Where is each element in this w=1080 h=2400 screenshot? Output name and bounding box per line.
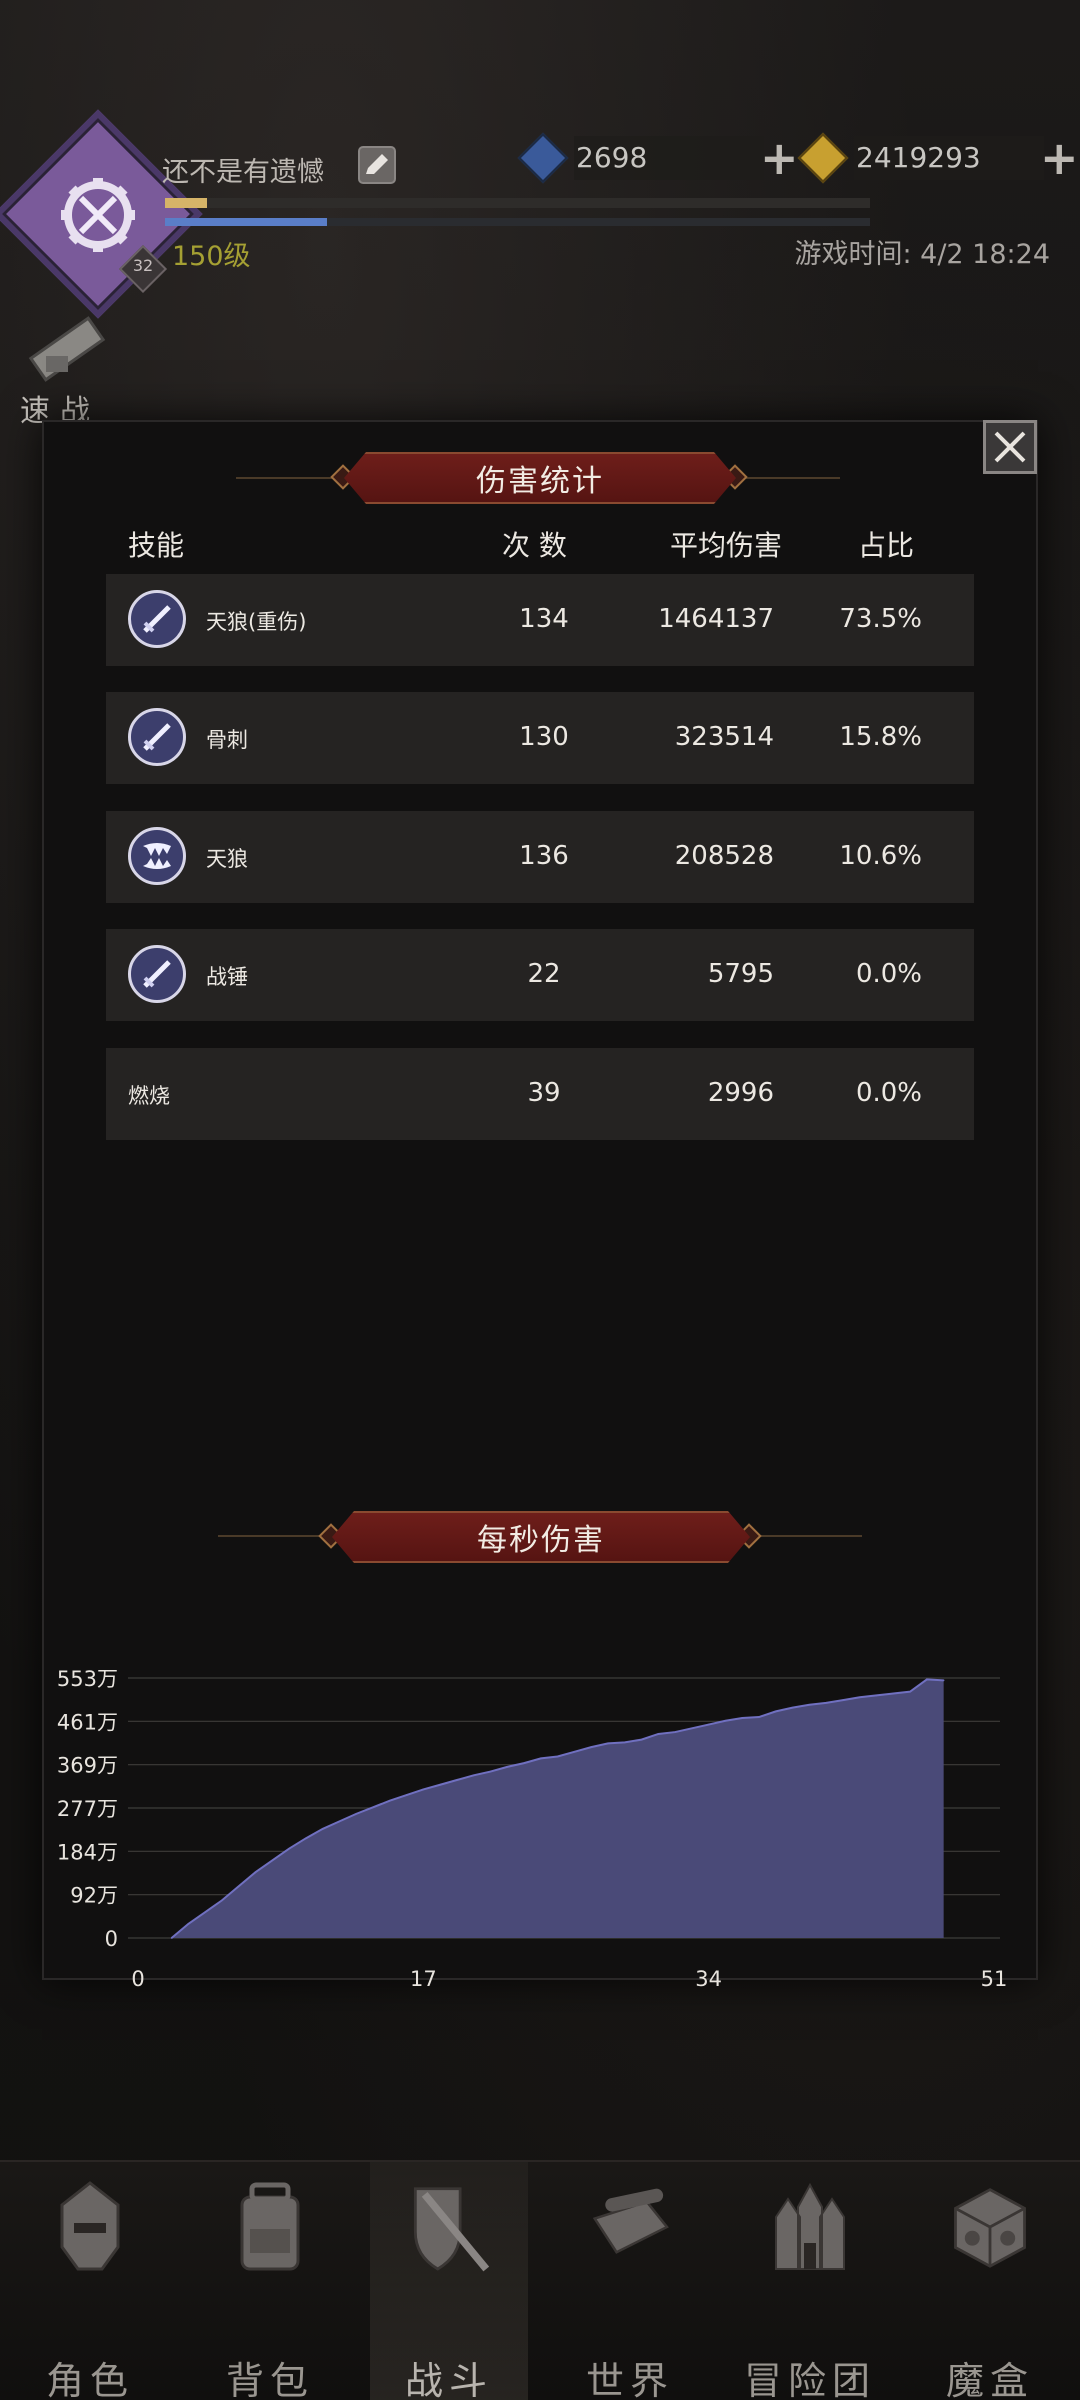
dps-point [942,1679,945,1682]
dps-point [321,1828,324,1830]
nav-item-role[interactable]: 角色 [0,2162,180,2400]
dps-point [775,1710,777,1713]
x-tick-label: 0 [131,1967,144,1991]
dps-point [556,1755,559,1758]
dps-point [489,1770,492,1773]
dps-point [523,1762,525,1764]
dps-point [741,1717,744,1719]
dps-point [842,1699,844,1701]
y-tick-label: 553万 [57,1667,118,1691]
dps-point [472,1774,475,1777]
dps-point [875,1694,878,1697]
magic-box-icon [948,2172,1032,2282]
dps-chart: 0 92万 184万 277万 369万 461万 553万 0 17 34 51 [57,1667,1008,1991]
dps-point [858,1696,861,1699]
y-tick-label: 461万 [57,1710,118,1734]
helmet-icon [48,2172,132,2282]
dps-point [422,1788,425,1791]
y-tick-label: 369万 [57,1754,118,1778]
dps-point [305,1837,307,1840]
dps-point [237,1885,240,1888]
dps-point [372,1806,374,1809]
dps-point [540,1757,542,1760]
nav-label: 魔盒 [945,2359,1034,2400]
nav-label: 角色 [45,2359,134,2400]
dps-point [892,1692,895,1695]
nav-item-adventure-team[interactable]: 冒险团 [720,2162,900,2400]
nav-item-battle[interactable]: 战斗 [370,2162,528,2400]
dps-point [758,1716,760,1718]
dps-point [926,1678,928,1681]
dps-area [171,1679,944,1938]
dps-point [825,1702,827,1704]
x-tick-label: 17 [410,1967,437,1991]
dps-point [506,1766,509,1768]
nav-label: 背包 [225,2359,314,2400]
dps-point [791,1706,794,1709]
dps-point [355,1813,357,1815]
y-tick-label: 0 [105,1927,118,1951]
dps-point [623,1741,626,1744]
dps-point [204,1911,206,1913]
y-tick-label: 184万 [57,1840,118,1864]
castle-icon [768,2172,852,2282]
dps-point [691,1727,693,1730]
y-tick-label: 92万 [70,1884,118,1908]
nav-item-world[interactable]: 世界 [540,2162,720,2400]
dps-point [187,1923,190,1925]
bottom-nav: 角色 背包 战斗 世界 冒险团 魔盒 [0,2160,1080,2400]
dps-point [456,1779,458,1781]
dps-point [674,1731,676,1733]
dps-point [439,1783,441,1786]
nav-label: 世界 [585,2359,674,2400]
dps-point [640,1738,643,1741]
dps-point [221,1899,223,1902]
nav-label: 冒险团 [743,2359,876,2400]
dps-point [724,1719,727,1722]
nav-item-backpack[interactable]: 背包 [180,2162,360,2400]
x-tick-label: 34 [695,1967,722,1991]
dps-point [388,1799,391,1802]
nav-label: 战斗 [404,2359,493,2400]
dps-point [657,1733,660,1735]
dps-point [271,1859,274,1862]
dps-point [707,1723,710,1726]
backpack-icon [228,2172,312,2282]
nav-item-magic-box[interactable]: 魔盒 [900,2162,1080,2400]
dps-point [607,1742,609,1745]
dps-point [288,1847,290,1850]
scroll-map-icon [588,2172,672,2282]
dps-point [170,1937,173,1939]
dps-point [405,1794,408,1796]
dps-point [254,1871,257,1873]
x-tick-label: 51 [981,1967,1008,1991]
dps-point [573,1751,576,1753]
dps-point [338,1820,341,1823]
dps-point [590,1746,592,1748]
dps-point [808,1703,811,1706]
y-tick-label: 277万 [57,1797,118,1821]
dps-point [909,1690,911,1693]
shield-sword-icon [406,2172,490,2282]
